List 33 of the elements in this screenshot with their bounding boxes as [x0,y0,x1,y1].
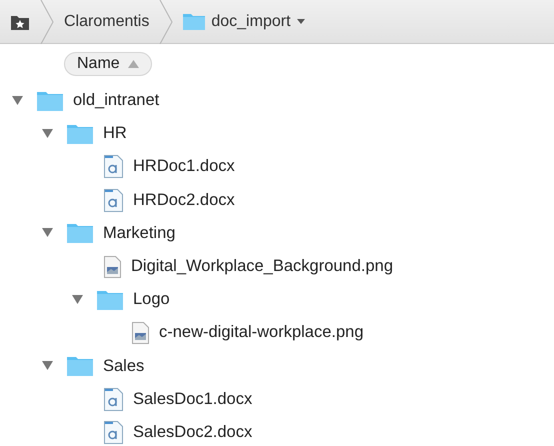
folder-name[interactable]: old_intranet [73,91,160,110]
folder-icon [67,223,93,244]
document-icon [104,388,123,411]
folder-name[interactable]: Marketing [103,224,176,243]
expanded-triangle-icon[interactable] [42,361,53,372]
path-item[interactable]: doc_import [211,12,291,30]
expanded-triangle-icon[interactable] [42,128,53,139]
folder-icon [67,124,93,144]
file-name[interactable]: SalesDoc1.docx [133,390,252,409]
folder-name[interactable]: Sales [103,356,144,376]
chevron-separator-icon [159,0,174,44]
folder-icon [183,13,206,30]
expanded-triangle-icon[interactable] [42,228,53,238]
expanded-triangle-icon[interactable] [12,96,23,106]
document-icon [104,155,123,178]
folder-icon [97,290,123,310]
folder-icon [37,90,63,111]
file-name[interactable]: c-new-digital-workplace.png [159,323,364,342]
folder-name[interactable]: Logo [133,290,170,310]
image-file-icon [104,256,121,278]
file-name[interactable]: Digital_Workplace_Background.png [131,257,394,276]
name-column-header[interactable]: Name [64,52,152,76]
document-icon [104,188,123,212]
folder-icon [67,356,93,376]
chevron-separator-icon [40,0,54,44]
expanded-triangle-icon[interactable] [72,294,83,305]
image-file-icon [132,322,149,344]
path-item[interactable]: Claromentis [64,12,150,30]
file-name[interactable]: HRDoc2.docx [133,190,235,210]
caret-down-icon[interactable] [296,18,305,24]
file-name[interactable]: SalesDoc2.docx [133,422,252,442]
file-name[interactable]: HRDoc1.docx [133,157,235,176]
folder-name[interactable]: HR [103,124,127,144]
